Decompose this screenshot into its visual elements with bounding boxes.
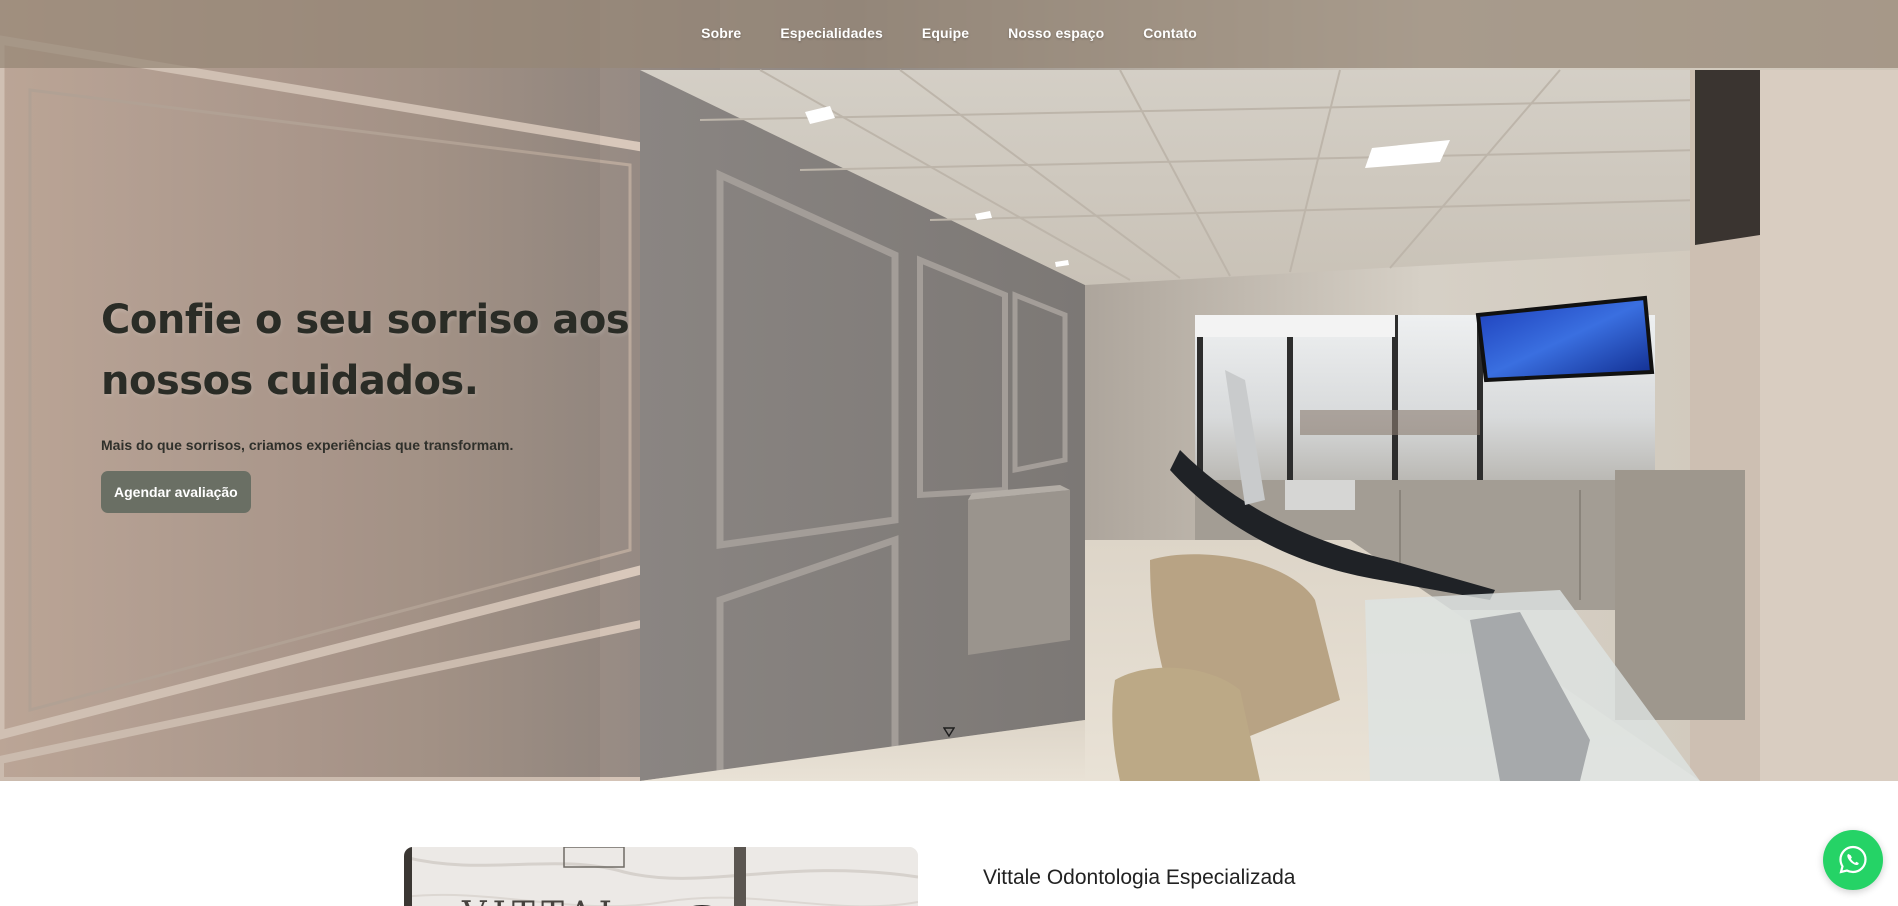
nav-item-sobre: Sobre [701,25,741,43]
hero-subtitle: Mais do que sorrisos, criamos experiênci… [101,437,514,453]
schedule-evaluation-button[interactable]: Agendar avaliação [101,471,251,513]
nav-item-nosso-espaco: Nosso espaço [1008,25,1104,43]
top-navigation: Sobre Especialidades Equipe Nosso espaço… [0,0,1898,68]
nav-list: Sobre Especialidades Equipe Nosso espaço… [701,25,1197,43]
nav-link-nosso-espaco[interactable]: Nosso espaço [1008,25,1104,41]
nav-item-especialidades: Especialidades [780,25,883,43]
nav-link-equipe[interactable]: Equipe [922,25,969,41]
nav-link-especialidades[interactable]: Especialidades [780,25,883,41]
about-clinic-photo: VITTAL [404,847,918,906]
clinic-team-image: VITTAL [404,847,918,906]
nav-item-contato: Contato [1143,25,1197,43]
nav-item-equipe: Equipe [922,25,969,43]
whatsapp-button[interactable] [1823,830,1883,890]
nav-link-sobre[interactable]: Sobre [701,25,741,41]
about-heading: Vittale Odontologia Especializada [983,866,1296,889]
hero-title: Confie o seu sorriso aos nossos cuidados… [101,297,630,404]
hero-section: Confie o seu sorriso aos nossos cuidados… [0,0,1898,781]
whatsapp-icon [1839,845,1867,874]
hero-content: Confie o seu sorriso aos nossos cuidados… [101,290,741,513]
scroll-down-icon[interactable] [943,726,955,738]
clinic-sign-text: VITTAL [461,894,627,906]
nav-link-contato[interactable]: Contato [1143,25,1197,41]
